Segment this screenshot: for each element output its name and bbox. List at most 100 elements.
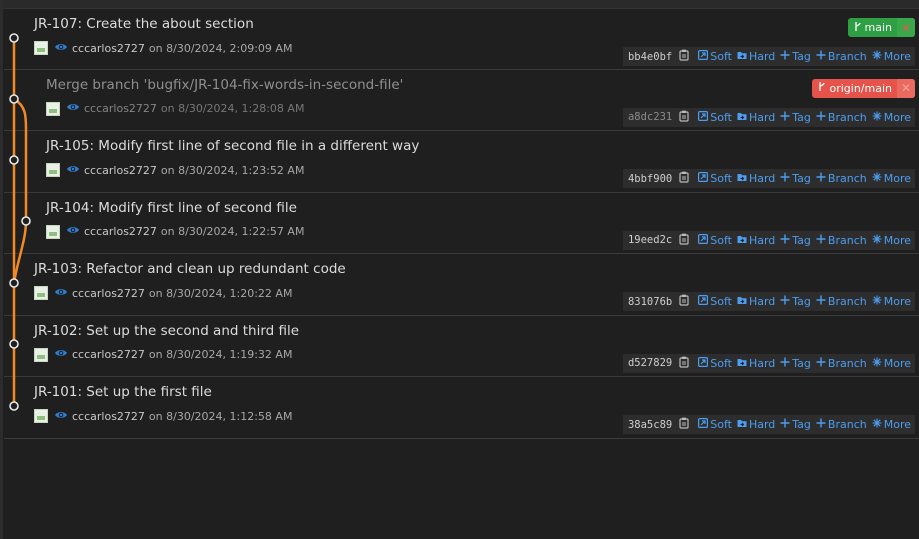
commit-row[interactable]: JR-103: Refactor and clean up redundant … [4,254,919,316]
commit-hash: 19eed2c [627,234,673,246]
remove-branch-close-icon[interactable]: ✕ [897,78,915,98]
add-tag-button[interactable]: Tag [780,50,811,63]
commit-author[interactable]: cccarlos2727 [84,225,157,238]
reset-soft-button[interactable]: Soft [698,295,732,308]
add-branch-button[interactable]: Branch [816,111,867,124]
commit-row[interactable]: JR-107: Create the about section cccarlo… [4,8,919,70]
more-button[interactable]: More [872,357,911,370]
reset-hard-button[interactable]: Hard [737,357,775,370]
more-label: More [883,295,911,308]
reset-hard-icon [737,234,747,247]
commit-row[interactable]: JR-104: Modify first line of second file… [4,193,919,254]
reset-hard-button[interactable]: Hard [737,234,775,247]
commit-title[interactable]: JR-102: Set up the second and third file [34,323,299,339]
add-branch-button[interactable]: Branch [816,295,867,308]
commit-hash: a8dc231 [627,111,673,123]
copy-hash-icon[interactable] [679,171,693,186]
add-branch-button[interactable]: Branch [816,172,867,185]
reset-soft-icon [698,172,709,185]
reset-soft-button[interactable]: Soft [698,234,732,247]
watch-eye-icon[interactable] [54,348,68,361]
watch-eye-icon[interactable] [54,42,68,55]
left-edge [0,0,3,539]
reset-hard-button[interactable]: Hard [737,172,775,185]
commit-row[interactable]: JR-102: Set up the second and third file… [4,316,919,377]
commit-actions: 4bbf900 Soft Hard Tag Branch More [622,169,915,188]
more-button[interactable]: More [872,295,911,308]
add-tag-label: Tag [792,295,811,308]
avatar [46,101,60,116]
commit-title[interactable]: JR-107: Create the about section [34,16,254,32]
more-button[interactable]: More [872,111,911,124]
commit-hash: 831076b [627,295,673,308]
remove-branch-close-icon[interactable]: ✕ [897,18,915,37]
watch-eye-icon[interactable] [66,225,80,238]
more-label: More [883,50,911,63]
copy-hash-icon[interactable] [679,417,693,432]
commit-title[interactable]: JR-105: Modify first line of second file… [46,138,419,154]
commit-author[interactable]: cccarlos2727 [72,42,145,55]
commit-title[interactable]: Merge branch 'bugfix/JR-104-fix-words-in… [46,77,403,93]
watch-eye-icon[interactable] [54,287,68,300]
commit-title[interactable]: JR-101: Set up the first file [34,384,212,400]
commit-author[interactable]: cccarlos2727 [84,102,157,115]
watch-eye-icon[interactable] [66,164,80,177]
more-button[interactable]: More [872,234,911,247]
add-branch-button[interactable]: Branch [816,418,867,431]
reset-soft-button[interactable]: Soft [698,418,732,431]
reset-hard-button[interactable]: Hard [737,111,775,124]
commit-author[interactable]: cccarlos2727 [84,164,157,177]
reset-hard-button[interactable]: Hard [737,50,775,63]
reset-hard-icon [737,111,747,124]
add-tag-button[interactable]: Tag [780,172,811,185]
add-tag-button[interactable]: Tag [780,357,811,370]
more-button[interactable]: More [872,418,911,431]
add-branch-button[interactable]: Branch [816,50,867,63]
avatar [46,224,60,239]
more-label: More [883,110,911,124]
copy-hash-icon[interactable] [679,110,693,125]
branch-badge-main[interactable]: main ✕ [847,18,915,37]
copy-hash-icon[interactable] [679,356,693,371]
commit-row[interactable]: JR-101: Set up the first file cccarlos27… [4,377,919,439]
commit-author[interactable]: cccarlos2727 [72,287,145,300]
add-tag-button[interactable]: Tag [780,295,811,308]
reset-hard-button[interactable]: Hard [737,418,775,431]
reset-soft-button[interactable]: Soft [698,50,732,63]
avatar [34,347,48,362]
watch-eye-icon[interactable] [66,102,80,115]
add-branch-button[interactable]: Branch [816,357,867,370]
commit-date: on 8/30/2024, 2:09:09 AM [148,41,293,55]
add-tag-label: Tag [792,110,811,124]
commit-list: JR-107: Create the about section cccarlo… [4,8,919,439]
add-tag-label: Tag [792,172,811,185]
reset-soft-button[interactable]: Soft [698,357,732,370]
more-icon [872,357,882,370]
copy-hash-icon[interactable] [679,233,693,248]
more-label: More [883,233,911,247]
reset-soft-button[interactable]: Soft [698,111,732,124]
commit-row[interactable]: Merge branch 'bugfix/JR-104-fix-words-in… [4,70,919,131]
copy-hash-icon[interactable] [679,294,693,309]
copy-hash-icon[interactable] [679,49,693,64]
add-branch-button[interactable]: Branch [816,234,867,247]
commit-author[interactable]: cccarlos2727 [72,348,145,361]
branch-badge-origin[interactable]: origin/main ✕ [812,78,915,98]
add-tag-button[interactable]: Tag [780,418,811,431]
reset-soft-button[interactable]: Soft [698,172,732,185]
branch-badge-label: main [864,21,892,34]
reset-soft-icon [698,356,709,370]
add-tag-button[interactable]: Tag [780,234,811,247]
watch-eye-icon[interactable] [54,410,68,423]
commit-meta: cccarlos2727 on 8/30/2024, 1:23:52 AM [46,162,304,178]
more-button[interactable]: More [872,172,911,185]
reset-hard-icon [737,50,747,63]
commit-actions: 38a5c89 Soft Hard Tag Branch More [622,415,915,434]
add-tag-button[interactable]: Tag [780,111,811,124]
commit-title[interactable]: JR-103: Refactor and clean up redundant … [34,261,346,277]
commit-row[interactable]: JR-105: Modify first line of second file… [4,131,919,193]
reset-hard-button[interactable]: Hard [737,295,775,308]
commit-title[interactable]: JR-104: Modify first line of second file [46,200,297,216]
commit-author[interactable]: cccarlos2727 [72,410,145,423]
more-button[interactable]: More [872,50,911,63]
